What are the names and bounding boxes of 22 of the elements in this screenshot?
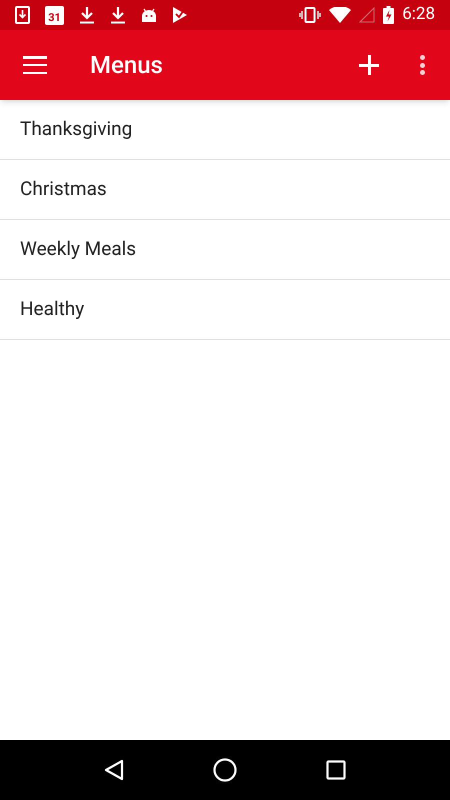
home-icon[interactable] [212,758,237,782]
menu-list-item[interactable]: Weekly Meals [0,220,450,280]
menu-list-item[interactable]: Thanksgiving [0,100,450,160]
back-icon[interactable] [104,759,124,781]
vibrate-icon [299,7,322,23]
menu-list-item[interactable]: Christmas [0,160,450,220]
recent-apps-icon[interactable] [326,760,346,780]
wifi-icon [329,7,352,23]
download-icon [110,6,126,24]
more-options-icon[interactable] [420,55,425,75]
checkmark-icon [172,6,188,24]
clock-time: 6:28 [402,3,435,26]
menu-icon[interactable] [23,56,47,74]
calendar-icon: 31 [45,6,64,24]
download-file-icon [15,6,30,24]
battery-charging-icon [383,6,394,24]
menu-list-item[interactable]: Healthy [0,280,450,340]
signal-icon [359,7,376,23]
add-icon[interactable] [359,55,379,75]
download-icon [79,6,95,24]
android-icon [141,7,157,23]
app-title: Menus [90,50,163,81]
